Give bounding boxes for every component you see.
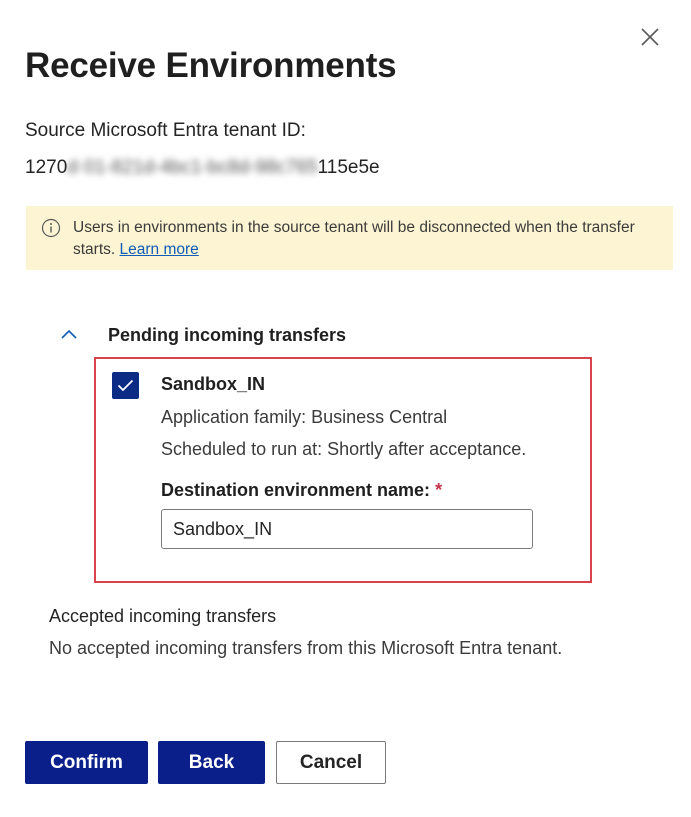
cancel-button[interactable]: Cancel xyxy=(276,741,386,784)
close-button[interactable] xyxy=(639,26,661,48)
checkmark-icon xyxy=(117,379,134,392)
banner-message-container: Users in environments in the source tena… xyxy=(73,217,658,261)
application-family: Application family: Business Central xyxy=(161,407,448,427)
source-tenant-label: Source Microsoft Entra tenant ID: xyxy=(25,120,306,141)
dialog-title: Receive Environments xyxy=(25,46,397,85)
scheduled-run: Scheduled to run at: Shortly after accep… xyxy=(161,439,527,459)
close-icon xyxy=(641,28,659,46)
destination-env-input[interactable] xyxy=(161,509,533,549)
transfer-name: Sandbox_IN xyxy=(161,374,266,394)
back-button[interactable]: Back xyxy=(158,741,265,784)
required-mark: * xyxy=(435,480,443,500)
accepted-transfers-message: No accepted incoming transfers from this… xyxy=(49,638,563,658)
confirm-button[interactable]: Confirm xyxy=(25,741,148,784)
destination-env-label-text: Destination environment name: xyxy=(161,480,431,500)
transfer-checkbox[interactable] xyxy=(112,372,139,399)
learn-more-link[interactable]: Learn more xyxy=(120,241,199,258)
accepted-transfers-title: Accepted incoming transfers xyxy=(49,606,277,626)
tenant-id-redacted: d·01-821d-4bc1-bc8d-98c765 xyxy=(67,157,318,178)
source-tenant-id: 1270d·01-821d-4bc1-bc8d-98c765115e5e xyxy=(25,157,380,179)
pending-transfers-title: Pending incoming transfers xyxy=(108,325,347,345)
tenant-id-prefix: 1270 xyxy=(25,157,68,178)
info-banner: Users in environments in the source tena… xyxy=(26,206,673,270)
destination-env-label: Destination environment name: * xyxy=(161,480,442,501)
tenant-id-suffix: 115e5e xyxy=(317,157,380,178)
info-icon xyxy=(41,218,61,238)
chevron-up-icon[interactable] xyxy=(59,327,79,341)
